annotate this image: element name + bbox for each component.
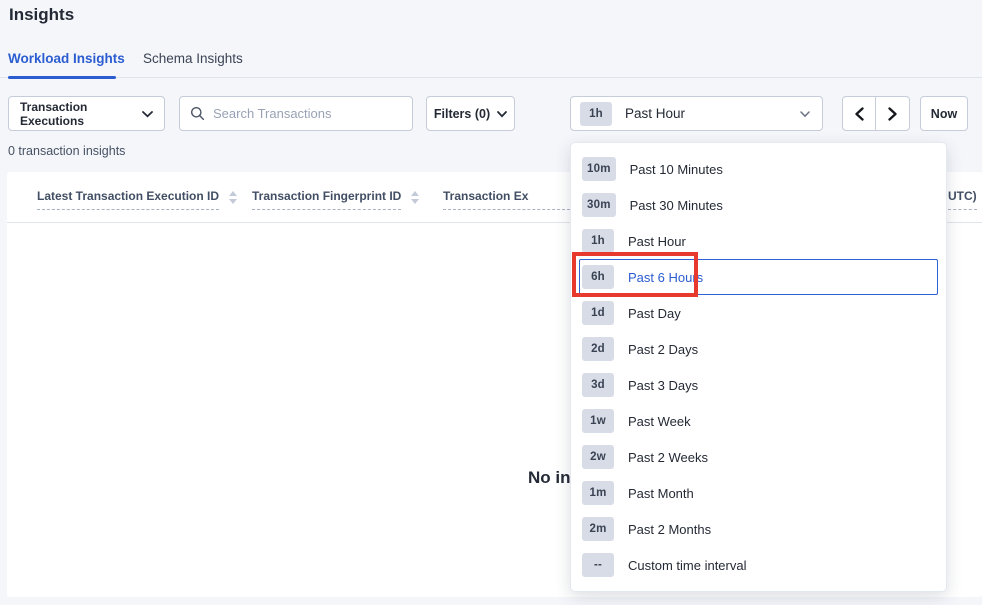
column-header-utc-fragment: UTC) — [948, 189, 977, 210]
chevron-down-icon — [800, 105, 810, 123]
time-nav-arrows — [842, 96, 910, 131]
time-option-badge: 1h — [582, 229, 614, 253]
time-option-label: Past 2 Weeks — [628, 450, 708, 465]
time-option[interactable]: 6h Past 6 Hours — [579, 259, 938, 295]
search-input[interactable] — [213, 106, 402, 121]
time-option-label: Past 3 Days — [628, 378, 698, 393]
time-option-label: Past 2 Months — [628, 522, 711, 537]
tab-bar: Workload Insights Schema Insights — [0, 45, 982, 78]
time-option-label: Past Day — [628, 306, 681, 321]
time-option-badge: 3d — [582, 373, 614, 397]
filters-button[interactable]: Filters (0) — [426, 96, 515, 131]
column-header-latest-transaction-execution-id: Latest Transaction Execution ID — [37, 189, 237, 210]
time-option[interactable]: 3d Past 3 Days — [579, 367, 938, 403]
time-interval-badge: 1h — [580, 102, 612, 126]
time-option[interactable]: -- Custom time interval — [579, 547, 938, 583]
chevron-left-icon — [854, 107, 865, 121]
time-option-badge: -- — [582, 553, 614, 577]
workload-type-label: Transaction Executions — [20, 100, 142, 128]
now-button[interactable]: Now — [920, 96, 968, 131]
time-option-badge: 2m — [582, 517, 614, 541]
workload-type-dropdown[interactable]: Transaction Executions — [8, 96, 165, 131]
filters-label: Filters (0) — [434, 107, 490, 121]
tab-workload-insights[interactable]: Workload Insights — [8, 51, 125, 66]
chevron-down-icon — [497, 107, 507, 121]
next-interval-button[interactable] — [876, 97, 909, 130]
time-option[interactable]: 2w Past 2 Weeks — [579, 439, 938, 475]
time-option[interactable]: 1h Past Hour — [579, 223, 938, 259]
time-option-label: Past 10 Minutes — [630, 162, 723, 177]
time-option-badge: 1m — [582, 481, 614, 505]
time-option-badge: 6h — [582, 265, 614, 289]
time-option[interactable]: 1m Past Month — [579, 475, 938, 511]
page-title: Insights — [9, 5, 74, 25]
time-option-label: Past Hour — [628, 234, 686, 249]
search-icon — [190, 106, 205, 121]
column-header-transaction-fingerprint-id: Transaction Fingerprint ID — [252, 189, 419, 210]
sort-icon[interactable] — [229, 189, 237, 204]
time-option[interactable]: 1d Past Day — [579, 295, 938, 331]
time-interval-picker[interactable]: 1h Past Hour — [570, 96, 823, 131]
time-option-label: Past 6 Hours — [628, 270, 703, 285]
chevron-down-icon — [142, 107, 153, 121]
time-interval-label: Past Hour — [625, 106, 800, 121]
prev-interval-button[interactable] — [843, 97, 876, 130]
time-option-label: Past 2 Days — [628, 342, 698, 357]
now-label: Now — [931, 107, 957, 121]
time-option[interactable]: 2d Past 2 Days — [579, 331, 938, 367]
time-option[interactable]: 1w Past Week — [579, 403, 938, 439]
time-option-badge: 1w — [582, 409, 614, 433]
time-option-badge: 10m — [582, 157, 616, 181]
time-option-label: Past Month — [628, 486, 694, 501]
time-option-badge: 30m — [582, 193, 616, 217]
time-option-badge: 1d — [582, 301, 614, 325]
time-option[interactable]: 10m Past 10 Minutes — [579, 151, 938, 187]
column-header-transaction-execution: Transaction Ex — [443, 189, 575, 210]
time-option-label: Custom time interval — [628, 558, 746, 573]
tab-schema-insights[interactable]: Schema Insights — [143, 51, 243, 66]
time-option-label: Past Week — [628, 414, 691, 429]
time-option[interactable]: 2m Past 2 Months — [579, 511, 938, 547]
time-interval-dropdown-menu: 10m Past 10 Minutes 30m Past 30 Minutes … — [570, 142, 947, 592]
sort-icon[interactable] — [411, 189, 419, 204]
insight-count: 0 transaction insights — [8, 144, 125, 158]
time-option-label: Past 30 Minutes — [630, 198, 723, 213]
time-option-badge: 2w — [582, 445, 614, 469]
chevron-right-icon — [887, 107, 898, 121]
time-option-badge: 2d — [582, 337, 614, 361]
time-option[interactable]: 30m Past 30 Minutes — [579, 187, 938, 223]
insights-page: Insights Workload Insights Schema Insigh… — [0, 0, 982, 605]
search-box — [179, 96, 413, 131]
active-tab-underline — [8, 76, 116, 79]
